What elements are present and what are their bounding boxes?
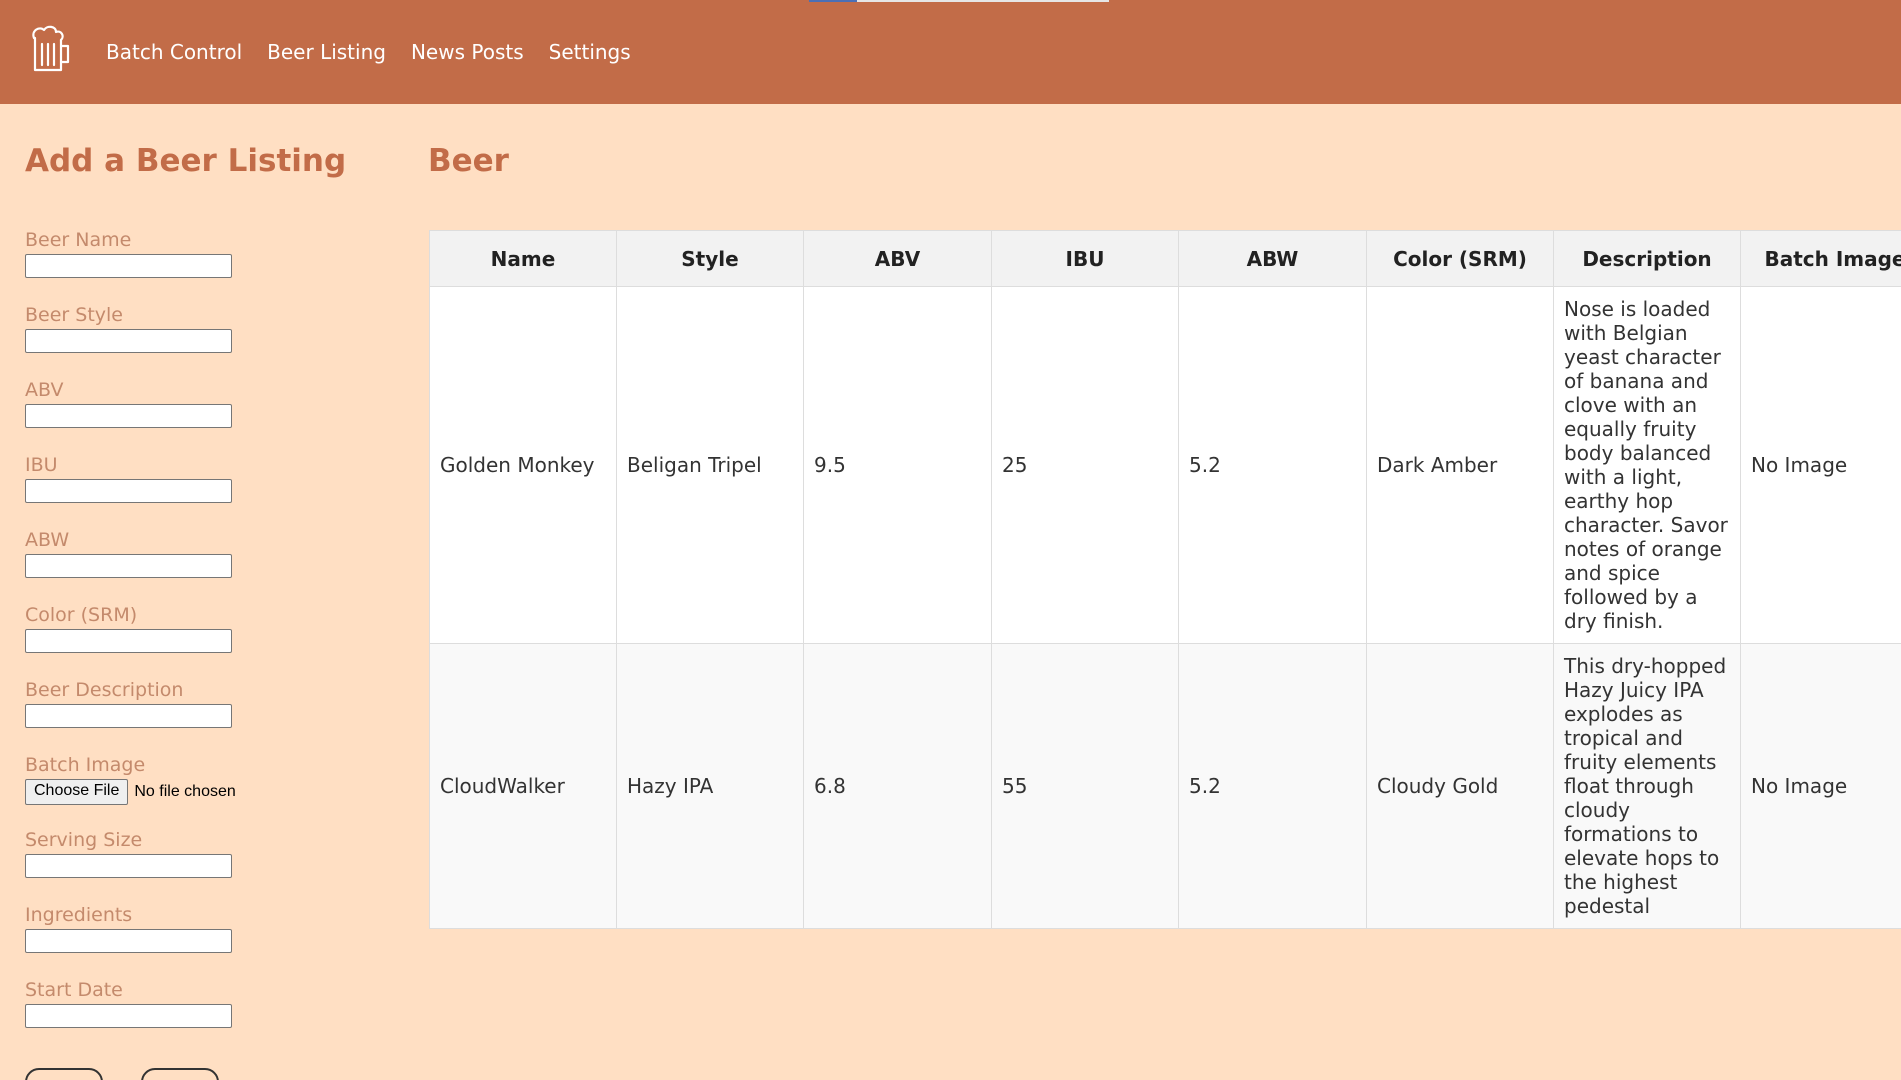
form-title: Add a Beer Listing bbox=[25, 143, 347, 179]
color-field-group: Color (SRM) bbox=[25, 602, 305, 677]
beer-name-input[interactable] bbox=[25, 254, 232, 278]
start-date-input[interactable] bbox=[25, 1004, 232, 1028]
column-header-name: Name bbox=[429, 230, 617, 287]
navbar: Batch Control Beer Listing News Posts Se… bbox=[0, 0, 1901, 104]
page-load-progress-fill bbox=[809, 0, 857, 2]
abv-input[interactable] bbox=[25, 404, 232, 428]
description-input[interactable] bbox=[25, 704, 232, 728]
abw-input[interactable] bbox=[25, 554, 232, 578]
column-header-style: Style bbox=[616, 230, 804, 287]
cell-color: Cloudy Gold bbox=[1366, 643, 1554, 929]
cell-abv: 6.8 bbox=[803, 643, 992, 929]
reset-button[interactable] bbox=[141, 1068, 219, 1080]
cell-batch-image: No Image bbox=[1740, 643, 1901, 929]
beer-list-title: Beer bbox=[428, 143, 509, 179]
cell-name: Golden Monkey bbox=[429, 286, 617, 644]
abv-label: ABV bbox=[25, 379, 64, 401]
color-label: Color (SRM) bbox=[25, 604, 138, 626]
batch-image-label: Batch Image bbox=[25, 754, 146, 776]
cell-style: Beligan Tripel bbox=[616, 286, 804, 644]
abv-field-group: ABV bbox=[25, 377, 305, 452]
beer-style-field-group: Beer Style bbox=[25, 302, 305, 377]
column-header-abw: ABW bbox=[1178, 230, 1367, 287]
beer-style-label: Beer Style bbox=[25, 304, 123, 326]
cell-description: This dry-hopped Hazy Juicy IPA explodes … bbox=[1553, 643, 1741, 929]
cell-batch-image: No Image bbox=[1740, 286, 1901, 644]
abw-label: ABW bbox=[25, 529, 70, 551]
beer-style-input[interactable] bbox=[25, 329, 232, 353]
description-label: Beer Description bbox=[25, 679, 184, 701]
table-row: CloudWalker Hazy IPA 6.8 55 5.2 Cloudy G… bbox=[429, 643, 1901, 929]
ingredients-field-group: Ingredients bbox=[25, 902, 305, 977]
color-input[interactable] bbox=[25, 629, 232, 653]
batch-image-field-group: Batch Image Choose File No file chosen bbox=[25, 752, 305, 827]
file-status-text: No file chosen bbox=[134, 783, 236, 800]
column-header-description: Description bbox=[1553, 230, 1741, 287]
nav-links: Batch Control Beer Listing News Posts Se… bbox=[106, 0, 656, 104]
beer-table-container: Name Style ABV IBU ABW Color (SRM) Descr… bbox=[429, 230, 1901, 929]
ibu-input[interactable] bbox=[25, 479, 232, 503]
beer-table: Name Style ABV IBU ABW Color (SRM) Descr… bbox=[429, 230, 1901, 929]
cell-style: Hazy IPA bbox=[616, 643, 804, 929]
batch-image-file-input: Choose File No file chosen bbox=[25, 779, 305, 805]
start-date-label: Start Date bbox=[25, 979, 123, 1001]
ibu-field-group: IBU bbox=[25, 452, 305, 527]
beer-name-label: Beer Name bbox=[25, 229, 132, 251]
add-beer-form: Beer Name Beer Style ABV IBU ABW Color (… bbox=[25, 227, 305, 1052]
cell-abw: 5.2 bbox=[1178, 286, 1367, 644]
cell-color: Dark Amber bbox=[1366, 286, 1554, 644]
description-field-group: Beer Description bbox=[25, 677, 305, 752]
start-date-field-group: Start Date bbox=[25, 977, 305, 1052]
nav-settings[interactable]: Settings bbox=[549, 40, 631, 64]
ingredients-label: Ingredients bbox=[25, 904, 133, 926]
cell-ibu: 55 bbox=[991, 643, 1179, 929]
page-load-progress bbox=[809, 0, 1109, 2]
submit-button[interactable] bbox=[25, 1068, 103, 1080]
beer-mug-icon[interactable] bbox=[28, 24, 72, 74]
cell-name: CloudWalker bbox=[429, 643, 617, 929]
serving-size-input[interactable] bbox=[25, 854, 232, 878]
nav-batch-control[interactable]: Batch Control bbox=[106, 40, 242, 64]
column-header-ibu: IBU bbox=[991, 230, 1179, 287]
column-header-abv: ABV bbox=[803, 230, 992, 287]
beer-name-field-group: Beer Name bbox=[25, 227, 305, 302]
choose-file-button[interactable]: Choose File bbox=[25, 779, 129, 805]
serving-size-field-group: Serving Size bbox=[25, 827, 305, 902]
serving-size-label: Serving Size bbox=[25, 829, 143, 851]
ingredients-input[interactable] bbox=[25, 929, 232, 953]
abw-field-group: ABW bbox=[25, 527, 305, 602]
column-header-color: Color (SRM) bbox=[1366, 230, 1554, 287]
cell-abv: 9.5 bbox=[803, 286, 992, 644]
form-buttons bbox=[25, 1068, 257, 1080]
table-header-row: Name Style ABV IBU ABW Color (SRM) Descr… bbox=[429, 230, 1901, 287]
cell-ibu: 25 bbox=[991, 286, 1179, 644]
cell-description: Nose is loaded with Belgian yeast charac… bbox=[1553, 286, 1741, 644]
nav-news-posts[interactable]: News Posts bbox=[411, 40, 524, 64]
ibu-label: IBU bbox=[25, 454, 58, 476]
column-header-batch-image: Batch Image bbox=[1740, 230, 1901, 287]
table-row: Golden Monkey Beligan Tripel 9.5 25 5.2 … bbox=[429, 286, 1901, 644]
nav-beer-listing[interactable]: Beer Listing bbox=[267, 40, 386, 64]
cell-abw: 5.2 bbox=[1178, 643, 1367, 929]
